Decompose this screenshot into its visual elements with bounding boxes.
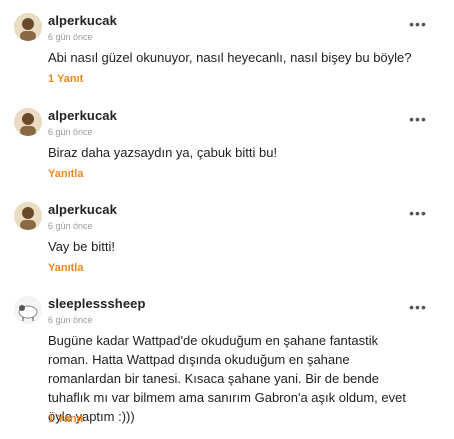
comment-username[interactable]: sleeplesssheep [48,296,146,311]
comment-item: sleeplesssheep 6 gün önce Bugüne kadar W… [0,0,454,439]
comment-timestamp: 6 gün önce [48,315,93,325]
more-options-icon[interactable]: ••• [409,300,427,314]
replies-link[interactable]: 1 Yanıt [48,413,83,425]
user-avatar[interactable] [14,296,42,324]
comment-text: Bugüne kadar Wattpad'de okuduğum en şaha… [48,333,406,424]
